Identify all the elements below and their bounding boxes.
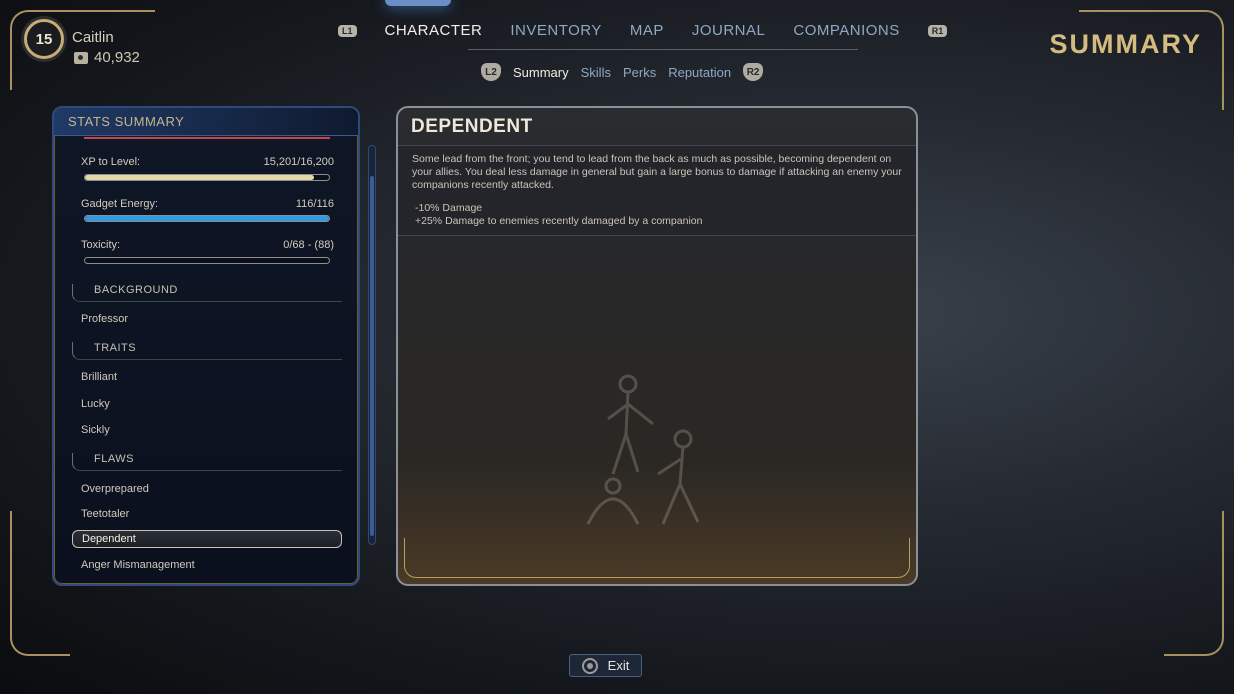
toxicity-value: 0/68 - (88): [283, 239, 334, 251]
active-tab-glow: [385, 0, 451, 6]
exit-label: Exit: [607, 658, 630, 673]
xp-bar-fill: [85, 175, 314, 180]
detail-description: Some lead from the front; you tend to le…: [412, 153, 902, 191]
frame-corner-top-right: [1079, 10, 1224, 110]
currency-display: 40,932: [74, 49, 140, 66]
stats-summary-panel: STATS SUMMARY XP to Level: 15,201/16,200…: [52, 106, 360, 586]
nav-divider: [468, 49, 858, 50]
gadget-energy-bar: [84, 215, 330, 222]
section-background: BACKGROUND: [72, 284, 342, 302]
circle-button-icon: [581, 657, 598, 674]
list-item-anger-mismanagement[interactable]: Anger Mismanagement: [81, 559, 195, 571]
l1-button-icon[interactable]: L1: [338, 24, 357, 37]
sub-nav: L2 Summary Skills Perks Reputation R2: [481, 63, 764, 81]
list-item-brilliant[interactable]: Brilliant: [81, 371, 117, 383]
scroll-thumb[interactable]: [370, 176, 374, 536]
player-level-badge: 15: [24, 19, 64, 59]
xp-value: 15,201/16,200: [263, 156, 334, 168]
subtab-skills[interactable]: Skills: [581, 65, 611, 80]
tab-companions[interactable]: COMPANIONS: [793, 22, 899, 39]
tab-inventory[interactable]: INVENTORY: [510, 22, 601, 39]
gadget-energy-row: Gadget Energy: 116/116: [81, 198, 334, 210]
list-item-sickly[interactable]: Sickly: [81, 424, 110, 436]
gadget-energy-value: 116/116: [295, 198, 334, 210]
list-item-professor[interactable]: Professor: [81, 313, 128, 325]
r2-button-icon[interactable]: R2: [743, 63, 764, 81]
list-item-teetotaler[interactable]: Teetotaler: [81, 508, 129, 520]
r1-button-icon[interactable]: R1: [927, 24, 948, 37]
l2-button-icon[interactable]: L2: [481, 63, 501, 81]
tab-journal[interactable]: JOURNAL: [692, 22, 766, 39]
detail-title: DEPENDENT: [398, 108, 916, 146]
exit-button[interactable]: Exit: [569, 654, 642, 677]
subtab-reputation[interactable]: Reputation: [668, 65, 731, 80]
tab-map[interactable]: MAP: [630, 22, 664, 39]
main-nav: L1 CHARACTER INVENTORY MAP JOURNAL COMPA…: [338, 22, 948, 39]
toxicity-label: Toxicity:: [81, 239, 121, 251]
effect-line: -10% Damage: [415, 202, 483, 214]
player-name: Caitlin: [72, 29, 114, 46]
stats-summary-header: STATS SUMMARY: [54, 108, 358, 136]
health-line: [84, 137, 330, 139]
page-title: SUMMARY: [1049, 29, 1202, 59]
toxicity-row: Toxicity: 0/68 - (88): [81, 239, 334, 251]
tab-character[interactable]: CHARACTER: [385, 22, 483, 39]
bit-currency-icon: [74, 51, 88, 64]
currency-amount: 40,932: [94, 49, 140, 66]
list-item-lucky[interactable]: Lucky: [81, 398, 110, 410]
subtab-summary[interactable]: Summary: [513, 65, 569, 80]
xp-bar: [84, 174, 330, 181]
gadget-energy-label: Gadget Energy:: [81, 198, 159, 210]
section-flaws: FLAWS: [72, 453, 342, 471]
detail-body: Some lead from the front; you tend to le…: [398, 146, 916, 236]
detail-panel: DEPENDENT Some lead from the front; you …: [396, 106, 918, 586]
detail-effects: -10% Damage +25% Damage to enemies recen…: [412, 202, 902, 228]
effect-line: +25% Damage to enemies recently damaged …: [415, 215, 703, 227]
xp-row: XP to Level: 15,201/16,200: [81, 156, 334, 168]
list-item-overprepared[interactable]: Overprepared: [81, 483, 149, 495]
panel-ornament: [404, 538, 910, 578]
subtab-perks[interactable]: Perks: [623, 65, 656, 80]
stats-scrollbar[interactable]: [368, 145, 376, 545]
toxicity-bar: [84, 257, 330, 264]
list-item-dependent[interactable]: Dependent: [72, 530, 342, 548]
dependent-illustration-icon: [586, 374, 700, 525]
gadget-energy-bar-fill: [85, 216, 329, 221]
xp-label: XP to Level:: [81, 156, 141, 168]
frame-corner-bottom-right: [1164, 511, 1224, 656]
section-traits: TRAITS: [72, 342, 342, 360]
